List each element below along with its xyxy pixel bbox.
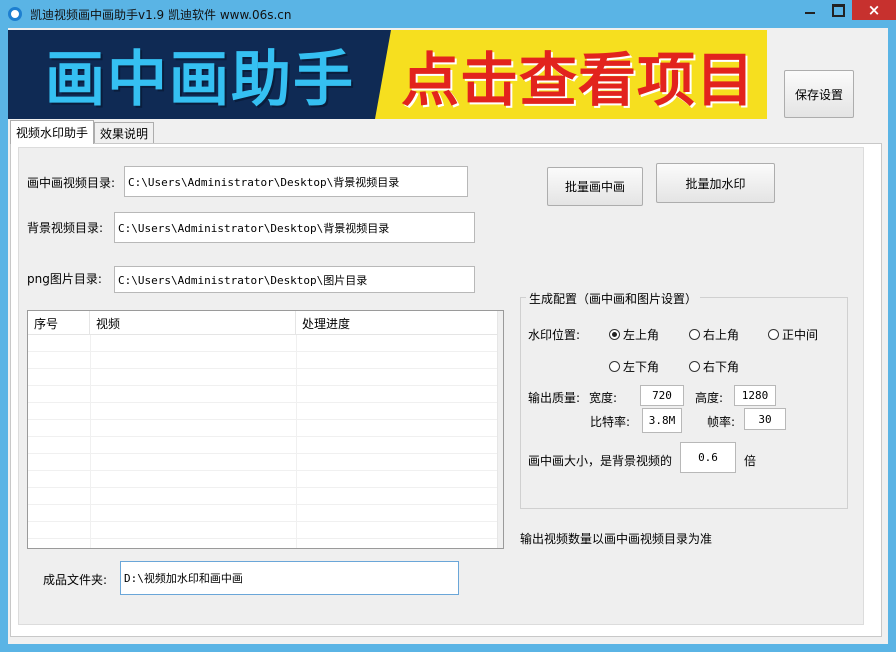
radio-center[interactable]: 正中间 xyxy=(768,326,818,343)
close-icon[interactable]: × xyxy=(852,0,896,20)
output-dir-input[interactable]: D:\视频加水印和画中画 xyxy=(120,561,459,595)
width-label: 宽度: xyxy=(589,391,618,405)
radio-top-left[interactable]: 左上角 xyxy=(609,326,659,343)
batch-pip-button[interactable]: 批量画中画 xyxy=(547,167,643,206)
maximize-icon[interactable] xyxy=(824,0,852,20)
radio-dot-icon xyxy=(609,361,620,372)
video-list[interactable]: 序号 视频 处理进度 xyxy=(27,310,504,549)
pip-size-unit: 倍 xyxy=(744,454,757,468)
window-title: 凯迪视频画中画助手v1.9 凯迪软件 www.06s.cn xyxy=(30,8,292,22)
pip-dir-label: 画中画视频目录: xyxy=(27,176,116,190)
app-icon xyxy=(8,7,22,21)
banner-left-text: 画中画助手 xyxy=(45,45,355,115)
bg-dir-input[interactable]: C:\Users\Administrator\Desktop\背景视频目录 xyxy=(114,212,475,243)
banner-logo[interactable]: 画中画助手 xyxy=(8,30,392,119)
title-bar[interactable]: 凯迪视频画中画助手v1.9 凯迪软件 www.06s.cn × xyxy=(0,0,896,28)
batch-watermark-button[interactable]: 批量加水印 xyxy=(656,163,775,203)
minimize-icon[interactable] xyxy=(796,0,824,20)
pip-size-input[interactable]: 0.6 xyxy=(680,442,736,473)
output-note: 输出视频数量以画中画视频目录为准 xyxy=(520,532,713,546)
bg-dir-label: 背景视频目录: xyxy=(27,221,104,235)
bitrate-input[interactable]: 3.8M xyxy=(642,408,682,433)
watermark-position-label: 水印位置: xyxy=(528,328,581,342)
radio-top-right[interactable]: 右上角 xyxy=(689,326,739,343)
radio-dot-icon xyxy=(689,361,700,372)
banner-view-project[interactable]: 点击查看项目 xyxy=(375,30,767,119)
pip-dir-input[interactable]: C:\Users\Administrator\Desktop\背景视频目录 xyxy=(124,166,468,197)
png-dir-label: png图片目录: xyxy=(27,272,102,286)
output-dir-label: 成品文件夹: xyxy=(43,573,108,587)
save-settings-button[interactable]: 保存设置 xyxy=(784,70,854,118)
png-dir-input[interactable]: C:\Users\Administrator\Desktop\图片目录 xyxy=(114,266,475,293)
radio-bottom-left[interactable]: 左下角 xyxy=(609,358,659,375)
list-scrollbar[interactable] xyxy=(497,311,503,548)
list-header: 序号 视频 处理进度 xyxy=(28,311,497,335)
col-progress[interactable]: 处理进度 xyxy=(296,311,497,335)
height-label: 高度: xyxy=(695,391,724,405)
radio-dot-icon xyxy=(609,329,620,340)
height-input[interactable]: 1280 xyxy=(734,385,776,406)
tab-effect-description[interactable]: 效果说明 xyxy=(94,122,154,144)
fps-label: 帧率: xyxy=(707,415,736,429)
radio-bottom-right[interactable]: 右下角 xyxy=(689,358,739,375)
tab-watermark-helper[interactable]: 视频水印助手 xyxy=(10,120,94,144)
fps-input[interactable]: 30 xyxy=(744,408,786,430)
radio-dot-icon xyxy=(689,329,700,340)
col-video[interactable]: 视频 xyxy=(90,311,296,335)
col-index[interactable]: 序号 xyxy=(28,311,90,335)
config-group-title: 生成配置（画中画和图片设置） xyxy=(526,290,701,307)
radio-dot-icon xyxy=(768,329,779,340)
width-input[interactable]: 720 xyxy=(640,385,684,406)
pip-size-label: 画中画大小，是背景视频的 xyxy=(528,454,673,468)
banner-right-text: 点击查看项目 xyxy=(400,45,755,114)
quality-label: 输出质量: xyxy=(528,391,581,405)
status-strip xyxy=(8,637,888,644)
bitrate-label: 比特率: xyxy=(590,415,631,429)
